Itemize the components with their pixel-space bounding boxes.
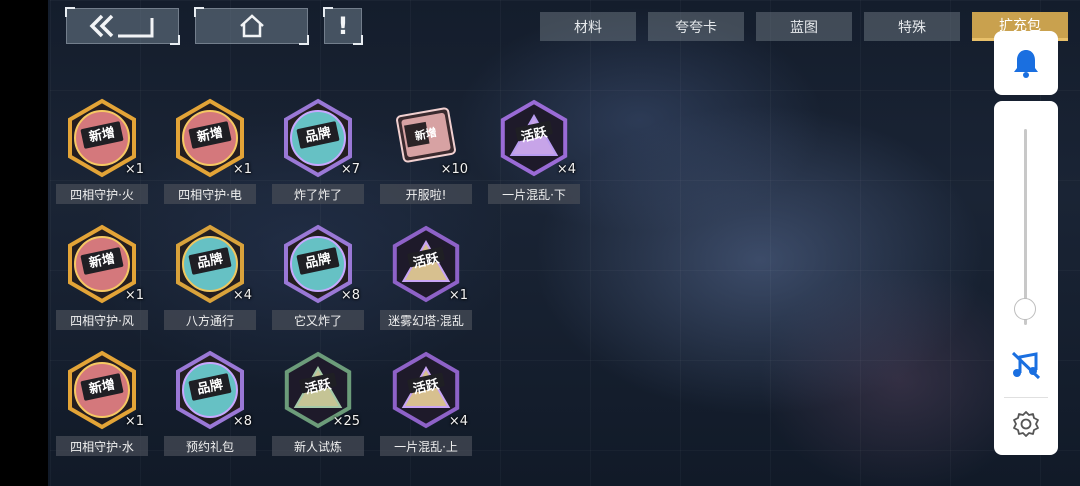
music-off-icon[interactable] bbox=[1010, 349, 1042, 381]
tab-label: 夸夸卡 bbox=[675, 19, 717, 36]
alert-button[interactable]: ! bbox=[323, 7, 363, 45]
item-name: 预约礼包 bbox=[164, 436, 256, 456]
inventory-item[interactable]: 活跃 ×1 迷雾幻塔·混乱 bbox=[378, 224, 474, 334]
item-name: 一片混乱·上 bbox=[380, 436, 472, 456]
item-count: ×1 bbox=[124, 414, 144, 429]
home-icon bbox=[239, 14, 264, 38]
tab-label: 材料 bbox=[574, 19, 602, 36]
volume-slider-thumb[interactable] bbox=[1014, 298, 1036, 321]
item-name: 四相守护·电 bbox=[164, 184, 256, 204]
volume-panel bbox=[994, 101, 1058, 455]
panel-divider bbox=[1004, 397, 1048, 398]
item-name: 四相守护·水 bbox=[56, 436, 148, 456]
notification-button[interactable] bbox=[994, 31, 1058, 95]
inventory-item[interactable]: 活跃 ×4 一片混乱·上 bbox=[378, 350, 474, 460]
item-count: ×1 bbox=[232, 162, 252, 177]
back-button[interactable] bbox=[65, 7, 180, 45]
bell-icon bbox=[1014, 50, 1038, 78]
tab-blueprints[interactable]: 蓝图 bbox=[756, 12, 852, 41]
inventory-item[interactable]: 新增 ×1 四相守护·风 bbox=[54, 224, 150, 334]
item-name: 开服啦! bbox=[380, 184, 472, 204]
volume-slider-track[interactable] bbox=[1024, 129, 1027, 325]
inventory-item[interactable]: 新增 ×10 开服啦! bbox=[378, 98, 474, 208]
item-count: ×1 bbox=[124, 288, 144, 303]
alert-label: ! bbox=[337, 12, 349, 40]
gear-icon[interactable] bbox=[1012, 410, 1040, 438]
item-count: ×4 bbox=[448, 414, 468, 429]
item-name: 八方通行 bbox=[164, 310, 256, 330]
item-count: ×1 bbox=[124, 162, 144, 177]
inventory-item[interactable]: 新增 ×1 四相守护·电 bbox=[162, 98, 258, 208]
inventory-item[interactable]: 新增 ×1 四相守护·火 bbox=[54, 98, 150, 208]
item-count: ×4 bbox=[232, 288, 252, 303]
item-count: ×4 bbox=[556, 162, 576, 177]
inventory-item[interactable]: 品牌 ×8 预约礼包 bbox=[162, 350, 258, 460]
item-name: 炸了炸了 bbox=[272, 184, 364, 204]
item-name: 新人试炼 bbox=[272, 436, 364, 456]
tab-materials[interactable]: 材料 bbox=[540, 12, 636, 41]
tab-special[interactable]: 特殊 bbox=[864, 12, 960, 41]
inventory-item[interactable]: 新增 ×1 四相守护·水 bbox=[54, 350, 150, 460]
tab-praise-cards[interactable]: 夸夸卡 bbox=[648, 12, 744, 41]
item-count: ×7 bbox=[340, 162, 360, 177]
inventory-item[interactable]: 品牌 ×7 炸了炸了 bbox=[270, 98, 366, 208]
item-count: ×1 bbox=[448, 288, 468, 303]
inventory-item[interactable]: 品牌 ×8 它又炸了 bbox=[270, 224, 366, 334]
item-count: ×8 bbox=[340, 288, 360, 303]
item-count: ×10 bbox=[440, 162, 468, 177]
item-count: ×8 bbox=[232, 414, 252, 429]
tab-label: 特殊 bbox=[898, 19, 926, 36]
item-name: 一片混乱·下 bbox=[488, 184, 580, 204]
inventory-item[interactable]: 活跃 ×25 新人试炼 bbox=[270, 350, 366, 460]
item-count: ×25 bbox=[332, 414, 360, 429]
tab-label: 蓝图 bbox=[790, 19, 818, 36]
item-name: 四相守护·风 bbox=[56, 310, 148, 330]
item-name: 它又炸了 bbox=[272, 310, 364, 330]
home-button[interactable] bbox=[194, 7, 309, 45]
inventory-item[interactable]: 品牌 ×4 八方通行 bbox=[162, 224, 258, 334]
screen-edge bbox=[0, 0, 48, 486]
item-name: 迷雾幻塔·混乱 bbox=[380, 310, 472, 330]
double-chevron-back-icon bbox=[89, 14, 153, 38]
item-name: 四相守护·火 bbox=[56, 184, 148, 204]
inventory-item[interactable]: 活跃 ×4 一片混乱·下 bbox=[486, 98, 582, 208]
